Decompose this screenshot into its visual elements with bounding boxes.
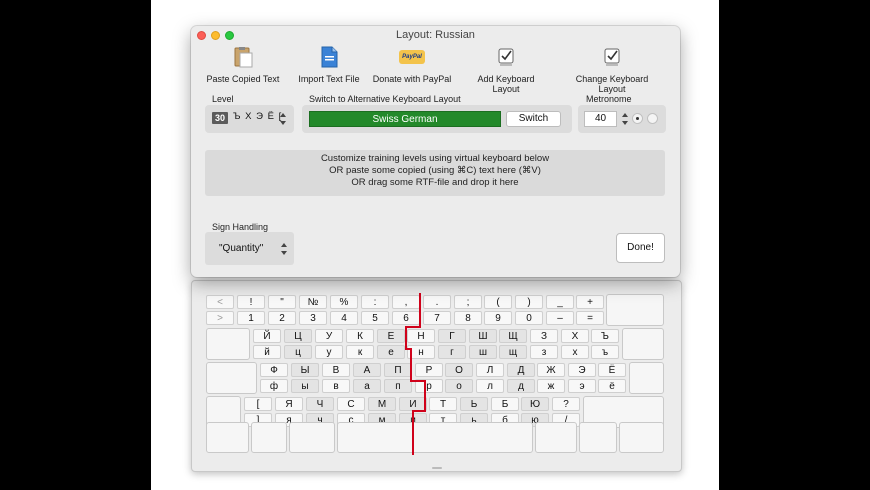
text-drop-area[interactable]: Customize training levels using virtual …: [205, 150, 665, 196]
toolbar-label: Paste Copied Text: [206, 74, 280, 84]
paypal-badge: PayPal: [399, 50, 425, 64]
sign-handling-popup[interactable]: "Quantity": [205, 232, 294, 265]
sign-handling-value: "Quantity": [219, 243, 264, 254]
file-icon: [318, 46, 340, 68]
resize-handle[interactable]: [432, 467, 442, 469]
minimize-button[interactable]: [211, 31, 220, 40]
checkbox-add-icon: [495, 46, 517, 68]
metronome-stepper-icon[interactable]: [621, 112, 628, 126]
switch-layout-label: Switch to Alternative Keyboard Layout: [309, 94, 461, 104]
metronome-input[interactable]: 40: [584, 111, 617, 127]
window-title: Layout: Russian: [396, 29, 475, 41]
metronome-radio-on[interactable]: [632, 113, 643, 124]
instruction-line: OR paste some copied (using ⌘C) text her…: [329, 165, 541, 176]
change-keyboard-layout-button[interactable]: Change Keyboard Layout: [563, 46, 661, 94]
import-text-file-button[interactable]: Import Text File: [293, 46, 365, 84]
virtual-keyboard-window: < >! 1 " 2 № 3% 4:5, 6. 7; 8(9) 0 _ – + = Йй Цц Уу Кк Ее Нн Гг…: [191, 280, 682, 472]
layout-settings-window: Layout: Russian Paste Copied Text Import…: [191, 26, 680, 277]
paypal-icon: PayPal: [399, 46, 425, 68]
toolbar-label: Donate with PayPal: [372, 74, 452, 84]
paste-icon: [232, 46, 254, 68]
done-button[interactable]: Done!: [616, 233, 665, 263]
add-keyboard-layout-button[interactable]: Add Keyboard Layout: [463, 46, 549, 94]
level-number: 30: [212, 112, 228, 124]
instruction-line: OR drag some RTF-file and drop it here: [351, 177, 519, 188]
toolbar-label: Add Keyboard Layout: [477, 74, 535, 94]
alternative-layout-field: Swiss German: [309, 111, 501, 127]
instruction-line: Customize training levels using virtual …: [320, 153, 550, 164]
zoom-button[interactable]: [225, 31, 234, 40]
switch-button[interactable]: Switch: [506, 111, 561, 127]
toolbar-label: Change Keyboard Layout: [575, 74, 649, 94]
level-label: Level: [212, 94, 234, 104]
close-button[interactable]: [197, 31, 206, 40]
split-line: [405, 293, 426, 455]
sign-handling-label: Sign Handling: [212, 222, 269, 232]
checkbox-change-icon: [601, 46, 623, 68]
popup-arrows-icon: [280, 242, 287, 256]
metronome-radio-off[interactable]: [647, 113, 658, 124]
level-chars: Ъ Х Э Ё [: [233, 111, 283, 122]
metronome-label: Metronome: [586, 94, 632, 104]
donate-paypal-button[interactable]: PayPal Donate with PayPal: [371, 46, 453, 84]
toolbar-label: Import Text File: [298, 74, 360, 84]
level-stepper-icon[interactable]: [279, 112, 286, 126]
paste-copied-text-button[interactable]: Paste Copied Text: [205, 46, 281, 84]
